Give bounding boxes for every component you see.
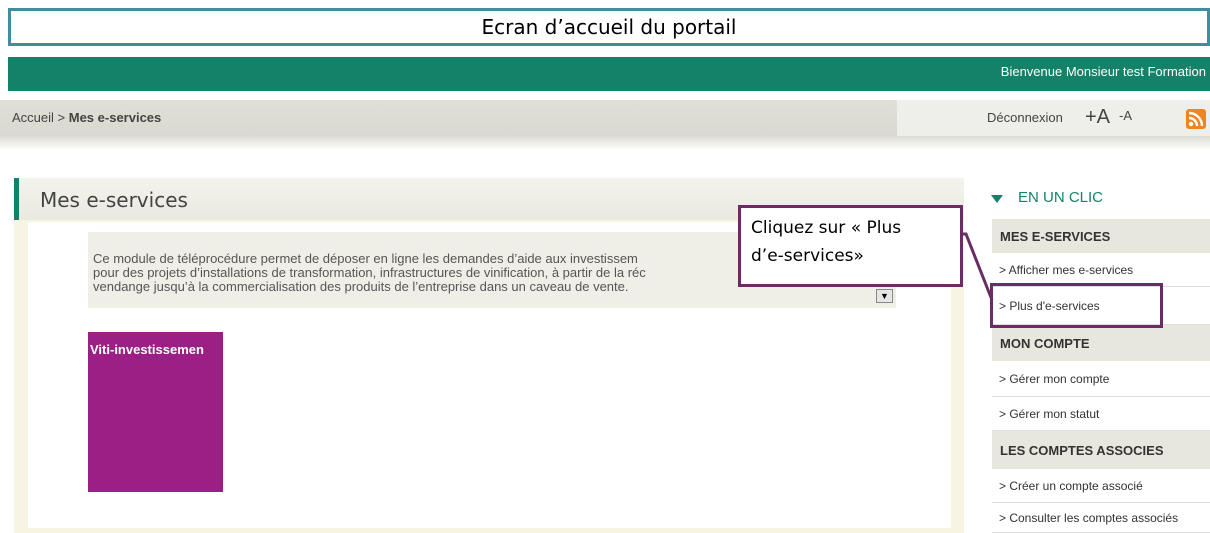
sidebar-item-gerer-statut[interactable]: > Gérer mon statut bbox=[992, 397, 1210, 431]
breadcrumb: Accueil > Mes e-services bbox=[12, 110, 161, 125]
screen-caption-text: Ecran d’accueil du portail bbox=[481, 15, 737, 39]
instruction-callout: Cliquez sur « Plus d’e-services» bbox=[738, 205, 963, 287]
highlight-box bbox=[990, 283, 1163, 328]
font-decrease-button[interactable]: -A bbox=[1119, 108, 1132, 123]
breadcrumb-shadow bbox=[0, 136, 1210, 150]
description-scroll-button[interactable]: ▼ bbox=[876, 289, 893, 303]
breadcrumb-current: Mes e-services bbox=[68, 110, 162, 125]
sidebar-item-afficher-e-services[interactable]: > Afficher mes e-services bbox=[992, 253, 1210, 287]
welcome-message: Bienvenue Monsieur test Formation bbox=[1000, 64, 1206, 79]
page-title: Mes e-services bbox=[40, 188, 188, 212]
triangle-down-icon bbox=[991, 195, 1003, 203]
sidebar-heading: EN UN CLIC bbox=[1018, 189, 1104, 206]
font-increase-button[interactable]: +A bbox=[1085, 106, 1110, 129]
logout-link[interactable]: Déconnexion bbox=[987, 110, 1063, 125]
sidebar-item-gerer-compte[interactable]: > Gérer mon compte bbox=[992, 361, 1210, 397]
sidebar-item-creer-compte-associe[interactable]: > Créer un compte associé bbox=[992, 469, 1210, 503]
breadcrumb-separator: > bbox=[53, 110, 69, 125]
rss-icon[interactable] bbox=[1186, 109, 1206, 129]
viti-investissement-tile[interactable]: Viti-investissemen bbox=[88, 332, 223, 492]
sidebar-section-comptes-associes: LES COMPTES ASSOCIES bbox=[992, 431, 1210, 469]
sidebar-section-mon-compte: MON COMPTE bbox=[992, 325, 1210, 361]
sidebar-section-mes-e-services: MES E-SERVICES bbox=[992, 219, 1210, 253]
sidebar-item-consulter-comptes-associes[interactable]: > Consulter les comptes associés bbox=[992, 503, 1210, 533]
callout-line: Cliquez sur « Plus bbox=[751, 218, 902, 238]
callout-line: d’e-services» bbox=[751, 246, 864, 266]
screen-caption: Ecran d’accueil du portail bbox=[8, 8, 1210, 46]
callout-pointer bbox=[958, 232, 994, 301]
breadcrumb-home-link[interactable]: Accueil bbox=[12, 110, 54, 125]
